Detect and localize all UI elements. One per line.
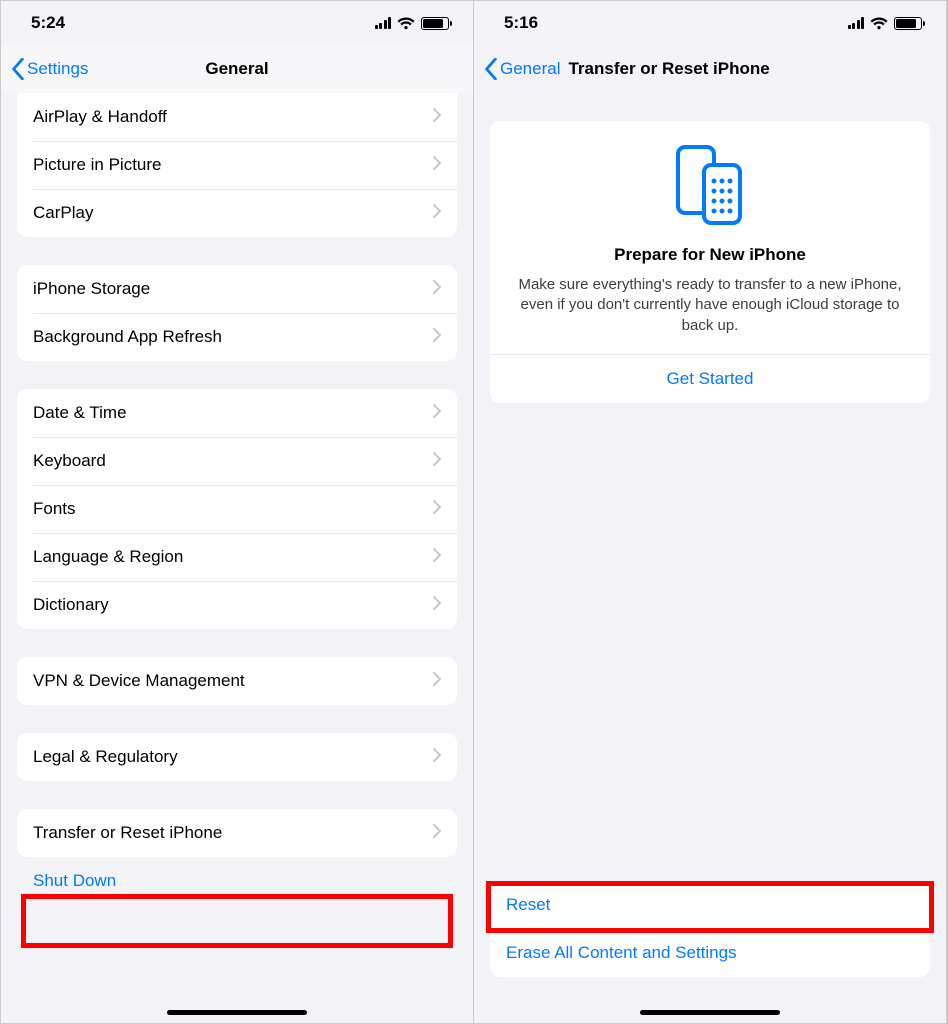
chevron-right-icon [433,499,441,519]
nav-header: General Transfer or Reset iPhone [474,45,946,93]
reset-group: Reset Erase All Content and Settings [490,881,930,977]
chevron-right-icon [433,327,441,347]
status-icons [375,17,450,30]
group-media: AirPlay & Handoff Picture in Picture Car… [17,93,457,237]
status-time: 5:24 [31,13,65,33]
chevron-left-icon [484,58,498,80]
chevron-right-icon [433,547,441,567]
back-label: General [500,59,560,79]
row-vpn-device-management[interactable]: VPN & Device Management [17,657,457,705]
phone-general: 5:24 Settings General AirPlay & Handoff … [1,1,474,1023]
status-icons [848,17,923,30]
row-keyboard[interactable]: Keyboard [17,437,457,485]
status-time: 5:16 [504,13,538,33]
group-transfer-reset: Transfer or Reset iPhone [17,809,457,857]
row-language-region[interactable]: Language & Region [17,533,457,581]
card-body: Make sure everything's ready to transfer… [508,275,912,354]
wifi-icon [870,17,888,30]
chevron-right-icon [433,403,441,423]
get-started-button[interactable]: Get Started [508,355,912,403]
back-button[interactable]: Settings [11,58,88,80]
phone-transfer-reset: 5:16 General Transfer or Reset iPhone [474,1,947,1023]
row-iphone-storage[interactable]: iPhone Storage [17,265,457,313]
chevron-right-icon [433,747,441,767]
row-date-time[interactable]: Date & Time [17,389,457,437]
back-button[interactable]: General [484,58,560,80]
status-bar: 5:16 [474,1,946,45]
nav-header: Settings General [1,45,473,93]
card-title: Prepare for New iPhone [508,245,912,265]
transfer-devices-icon [508,143,912,229]
group-locale: Date & Time Keyboard Fonts Language & Re… [17,389,457,629]
settings-list: AirPlay & Handoff Picture in Picture Car… [1,93,473,891]
erase-all-button[interactable]: Erase All Content and Settings [490,929,930,977]
shut-down-button[interactable]: Shut Down [17,857,457,891]
group-legal: Legal & Regulatory [17,733,457,781]
prepare-card: Prepare for New iPhone Make sure everyth… [490,121,930,403]
group-storage: iPhone Storage Background App Refresh [17,265,457,361]
row-dictionary[interactable]: Dictionary [17,581,457,629]
cellular-icon [848,17,865,29]
row-picture-in-picture[interactable]: Picture in Picture [17,141,457,189]
chevron-right-icon [433,155,441,175]
chevron-right-icon [433,279,441,299]
highlight-transfer-reset [21,894,453,948]
group-vpn: VPN & Device Management [17,657,457,705]
home-indicator[interactable] [640,1010,780,1015]
row-carplay[interactable]: CarPlay [17,189,457,237]
wifi-icon [397,17,415,30]
row-legal-regulatory[interactable]: Legal & Regulatory [17,733,457,781]
reset-button[interactable]: Reset [490,881,930,929]
chevron-right-icon [433,107,441,127]
battery-icon [894,17,922,30]
chevron-right-icon [433,671,441,691]
row-transfer-reset-iphone[interactable]: Transfer or Reset iPhone [17,809,457,857]
chevron-left-icon [11,58,25,80]
battery-icon [421,17,449,30]
status-bar: 5:24 [1,1,473,45]
chevron-right-icon [433,451,441,471]
chevron-right-icon [433,823,441,843]
row-fonts[interactable]: Fonts [17,485,457,533]
back-label: Settings [27,59,88,79]
chevron-right-icon [433,203,441,223]
cellular-icon [375,17,392,29]
row-airplay-handoff[interactable]: AirPlay & Handoff [17,93,457,141]
row-background-app-refresh[interactable]: Background App Refresh [17,313,457,361]
home-indicator[interactable] [167,1010,307,1015]
chevron-right-icon [433,595,441,615]
page-title: Transfer or Reset iPhone [568,59,769,79]
